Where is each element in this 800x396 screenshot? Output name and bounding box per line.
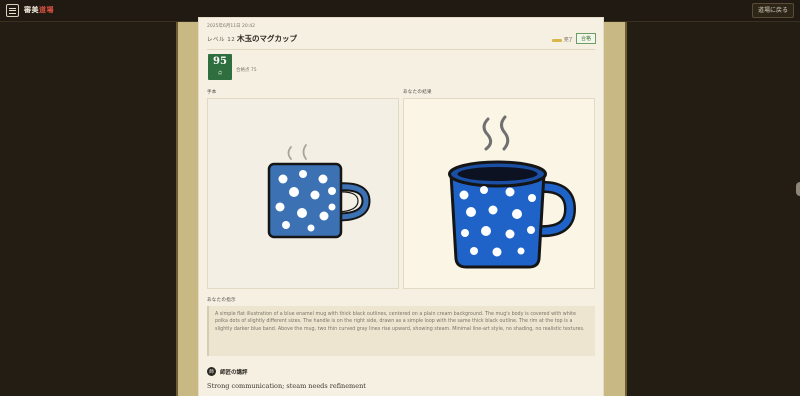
status-dot-icon xyxy=(552,38,562,42)
result-sheet: 2025年6月11日 20:42 レベル 12 木玉のマグカップ 完了 合格 9… xyxy=(199,18,603,396)
master-review-title: 師匠の講評 xyxy=(220,369,248,376)
reference-label: 手本 xyxy=(207,90,217,95)
brand-main: 審美 xyxy=(24,6,39,14)
brand-accent: 道場 xyxy=(39,6,54,14)
reference-mug-illustration xyxy=(267,144,371,239)
result-mug-illustration xyxy=(448,115,577,269)
master-review-comment: Strong communication; steam needs refine… xyxy=(207,382,366,390)
score-value: 95 xyxy=(213,56,227,67)
master-review-header: 師 師匠の講評 xyxy=(207,367,248,376)
pass-badge: 合格 xyxy=(576,33,596,44)
back-to-dojo-button[interactable]: 道場に戻る xyxy=(751,3,794,18)
reference-image xyxy=(207,98,399,289)
score-unit: 点 xyxy=(218,70,222,75)
master-avatar-icon: 師 xyxy=(207,367,216,376)
prompt-label: あなたの指示 xyxy=(207,298,236,303)
status-text: 完了 xyxy=(564,38,573,43)
prompt-text: A simple flat illustration of a blue ena… xyxy=(207,306,595,356)
brand-logo[interactable]: 審美道場 xyxy=(24,5,54,15)
passing-score-label: 合格点 75 xyxy=(236,68,257,73)
result-image xyxy=(403,98,595,289)
result-label: あなたの結果 xyxy=(403,90,432,95)
menu-icon[interactable] xyxy=(6,4,19,17)
level-label: レベル 12 xyxy=(207,37,236,43)
entry-date: 2025年6月11日 20:42 xyxy=(207,24,255,29)
score-badge: 95 点 xyxy=(208,54,232,80)
page-title: 木玉のマグカップ xyxy=(237,34,297,43)
scroll-handle[interactable] xyxy=(796,182,800,196)
divider xyxy=(207,49,595,50)
status-indicator: 完了 xyxy=(552,37,573,43)
